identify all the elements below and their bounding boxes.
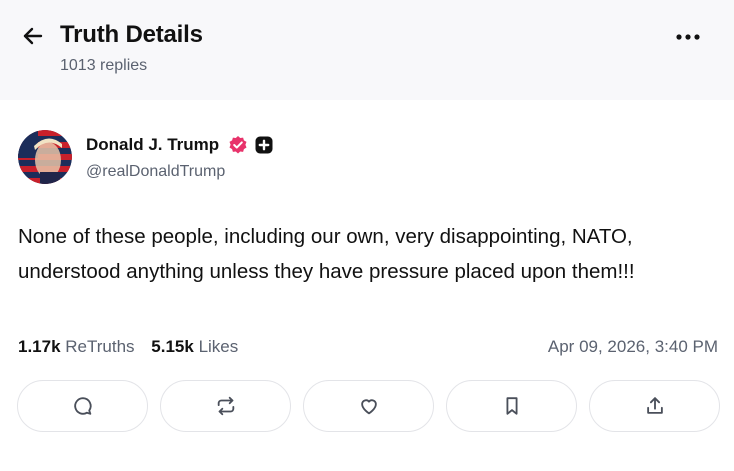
- more-options-button[interactable]: [672, 22, 704, 52]
- header: Truth Details 1013 replies: [0, 0, 734, 100]
- bookmark-icon: [506, 397, 517, 415]
- bookmark-button[interactable]: [446, 380, 577, 432]
- page-title: Truth Details: [60, 21, 203, 48]
- share-button[interactable]: [589, 380, 720, 432]
- likes-label: Likes: [198, 337, 239, 356]
- more-horizontal-icon: [676, 34, 700, 40]
- arrow-left-icon: [23, 27, 43, 45]
- verified-badge-icon: [228, 135, 248, 155]
- author-display-name[interactable]: Donald J. Trump: [86, 135, 219, 155]
- share-icon: [646, 397, 663, 414]
- retruths-count: 1.17k: [18, 337, 61, 356]
- reply-button[interactable]: [17, 380, 148, 432]
- repost-icon: [217, 396, 234, 416]
- post-timestamp: Apr 09, 2026, 3:40 PM: [547, 337, 718, 356]
- heart-icon: [360, 399, 377, 415]
- retruth-button[interactable]: [160, 380, 291, 432]
- likes-count: 5.15k: [151, 337, 194, 356]
- plus-badge-icon: [254, 135, 274, 155]
- post-text: None of these people, including our own,…: [18, 225, 635, 283]
- post-stats: 1.17k ReTruths 5.15k Likes: [18, 337, 238, 357]
- author-handle[interactable]: @realDonaldTrump: [86, 163, 225, 181]
- reply-count: 1013 replies: [60, 57, 148, 74]
- likes-stat[interactable]: 5.15k Likes: [151, 337, 238, 356]
- avatar-image: [18, 130, 72, 184]
- back-button[interactable]: [18, 21, 48, 51]
- comment-icon: [73, 397, 92, 415]
- avatar[interactable]: [18, 130, 72, 184]
- retruths-stat[interactable]: 1.17k ReTruths: [18, 337, 135, 356]
- like-button[interactable]: [303, 380, 434, 432]
- retruths-label: ReTruths: [65, 337, 135, 356]
